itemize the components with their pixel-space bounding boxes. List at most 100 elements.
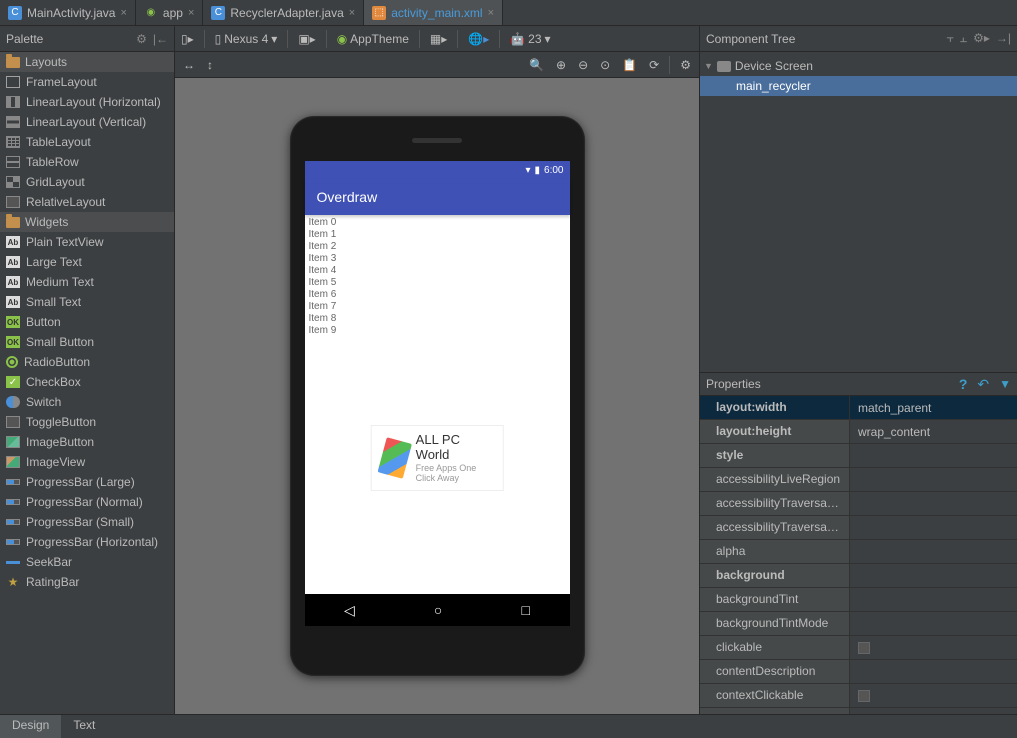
palette-item-large-text[interactable]: AbLarge Text [0,252,174,272]
orientation-button[interactable]: ▯▸ [179,30,196,48]
folder-icon [6,217,20,228]
palette-item-linearlayout-v[interactable]: LinearLayout (Vertical) [0,112,174,132]
back-icon[interactable]: ◁ [344,602,355,619]
device-selector[interactable]: ▯ Nexus 4 ▾ [213,30,280,48]
palette-item-imageview[interactable]: ImageView [0,452,174,472]
property-row[interactable]: contextClickable [700,684,1017,708]
property-row[interactable]: alpha [700,540,1017,564]
expand-h-icon[interactable]: ↔ [181,56,197,74]
property-row[interactable]: contentDescription [700,660,1017,684]
property-value[interactable] [850,660,1017,683]
home-icon[interactable]: ○ [434,602,442,618]
property-value[interactable] [850,636,1017,659]
property-value[interactable] [850,612,1017,635]
property-row[interactable]: accessibilityTraversalBefore [700,516,1017,540]
property-value[interactable] [850,588,1017,611]
close-icon[interactable]: × [349,7,355,19]
help-icon[interactable]: ? [959,376,968,392]
palette-item-imagebutton[interactable]: ImageButton [0,432,174,452]
property-row[interactable]: clickable [700,636,1017,660]
property-row[interactable]: layout:widthmatch_parent [700,396,1017,420]
palette-item-ratingbar[interactable]: ★RatingBar [0,572,174,592]
chevron-down-icon[interactable]: ▼ [704,61,713,71]
close-icon[interactable]: × [120,7,126,19]
tree-item-main-recycler[interactable]: main_recycler [700,76,1017,96]
checkbox-icon[interactable] [858,642,870,654]
preview-area[interactable]: ▾ ▮ 6:00 Overdraw Item 0 Item 1 Item 2 I… [175,78,699,714]
globe-button[interactable]: 🌐▸ [466,30,491,48]
hide-icon[interactable]: →| [996,31,1011,46]
tab-text[interactable]: Text [61,715,107,738]
palette-item-button[interactable]: OKButton [0,312,174,332]
filter-icon[interactable]: ▼ [999,377,1011,391]
property-value[interactable]: wrap_content [850,420,1017,443]
apptheme-selector[interactable]: ◉ AppTheme [335,30,411,48]
zoom-actual-icon[interactable]: ⊙ [598,56,612,74]
tab-app[interactable]: ◉ app × [136,0,203,25]
close-icon[interactable]: × [188,7,194,19]
expand-icon[interactable]: ⫟ [947,31,954,46]
collapse-icon[interactable]: ⫠ [960,31,967,46]
property-row[interactable]: accessibilityLiveRegion [700,468,1017,492]
property-row[interactable]: backgroundTintMode [700,612,1017,636]
undo-icon[interactable]: ↶ [977,376,989,393]
tab-main-activity[interactable]: C MainActivity.java × [0,0,136,25]
property-row[interactable]: accessibilityTraversalAfter [700,492,1017,516]
property-value[interactable] [850,492,1017,515]
palette-item-switch[interactable]: Switch [0,392,174,412]
palette-item-progressbar-large[interactable]: ProgressBar (Large) [0,472,174,492]
tab-activity-main-xml[interactable]: ⬚ activity_main.xml × [364,0,503,25]
property-value[interactable]: match_parent [850,396,1017,419]
zoom-fit-icon[interactable]: 🔍 [527,56,546,74]
palette-item-tablerow[interactable]: TableRow [0,152,174,172]
property-row[interactable]: style [700,444,1017,468]
palette-item-gridlayout[interactable]: GridLayout [0,172,174,192]
property-row[interactable]: background [700,564,1017,588]
palette-item-small-text[interactable]: AbSmall Text [0,292,174,312]
recent-icon[interactable]: □ [521,602,529,618]
palette-item-progressbar-small[interactable]: ProgressBar (Small) [0,512,174,532]
palette-item-textview[interactable]: AbPlain TextView [0,232,174,252]
palette-item-small-button[interactable]: OKSmall Button [0,332,174,352]
property-value[interactable] [850,516,1017,539]
watermark-subtitle: Free Apps One Click Away [416,463,493,485]
property-value[interactable] [850,564,1017,587]
palette-item-medium-text[interactable]: AbMedium Text [0,272,174,292]
palette-item-checkbox[interactable]: ✓CheckBox [0,372,174,392]
refresh-icon[interactable]: ⟳ [647,56,661,74]
palette-item-radiobutton[interactable]: RadioButton [0,352,174,372]
theme-selector[interactable]: ▣▸ [296,30,317,48]
palette-item-progressbar-normal[interactable]: ProgressBar (Normal) [0,492,174,512]
locale-button[interactable]: ▦▸ [428,30,449,48]
zoom-in-icon[interactable]: ⊕ [554,56,568,74]
tab-recycler-adapter[interactable]: C RecyclerAdapter.java × [203,0,364,25]
tab-design[interactable]: Design [0,715,61,738]
gear-icon[interactable]: ⚙ [678,56,693,74]
collapse-icon[interactable]: |← [153,32,168,46]
gear-icon[interactable]: ⚙▸ [973,31,990,46]
checkbox-icon[interactable] [858,690,870,702]
palette-item-progressbar-horizontal[interactable]: ProgressBar (Horizontal) [0,532,174,552]
tree-item-device-screen[interactable]: ▼ Device Screen [700,56,1017,76]
palette-item-tablelayout[interactable]: TableLayout [0,132,174,152]
gear-icon[interactable]: ⚙ [136,32,147,46]
palette-item-seekbar[interactable]: SeekBar [0,552,174,572]
palette-item-togglebutton[interactable]: ToggleButton [0,412,174,432]
property-row[interactable]: layout:heightwrap_content [700,420,1017,444]
expand-v-icon[interactable]: ↕ [205,56,215,74]
palette-item-linearlayout-h[interactable]: LinearLayout (Horizontal) [0,92,174,112]
property-value[interactable] [850,540,1017,563]
clipboard-icon[interactable]: 📋 [620,56,639,74]
zoom-out-icon[interactable]: ⊖ [576,56,590,74]
api-selector[interactable]: 🤖23 ▾ [508,30,552,48]
property-value[interactable] [850,468,1017,491]
palette-category-widgets[interactable]: Widgets [0,212,174,232]
close-icon[interactable]: × [488,7,494,19]
palette-category-layouts[interactable]: Layouts [0,52,174,72]
device-screen[interactable]: ▾ ▮ 6:00 Overdraw Item 0 Item 1 Item 2 I… [305,161,570,626]
palette-item-relativelayout[interactable]: RelativeLayout [0,192,174,212]
palette-item-framelayout[interactable]: FrameLayout [0,72,174,92]
property-value[interactable] [850,444,1017,467]
property-row[interactable]: backgroundTint [700,588,1017,612]
property-value[interactable] [850,684,1017,707]
